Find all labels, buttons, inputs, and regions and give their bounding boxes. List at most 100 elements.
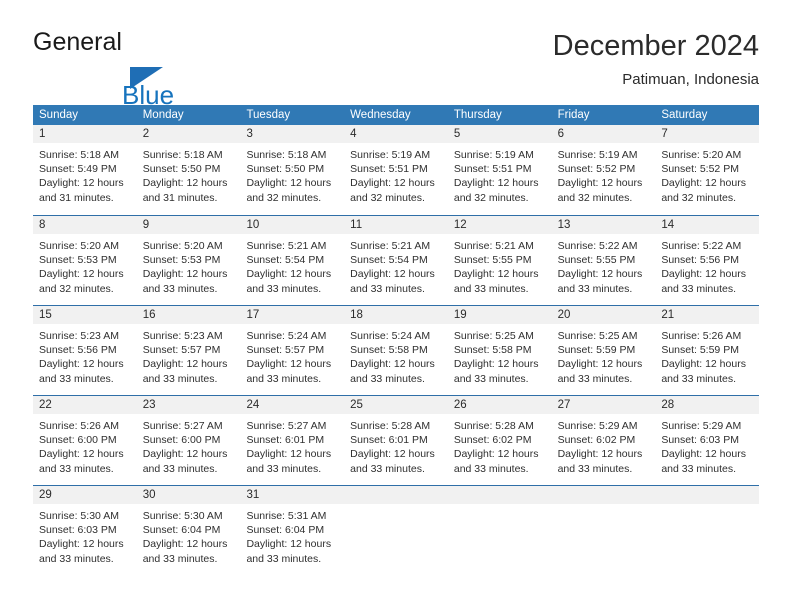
sunset-text: Sunset: 6:02 PM [557, 434, 636, 447]
weekday-header-monday: Monday [142, 109, 184, 121]
day-cell[interactable]: 27 Sunrise: 5:29 AM Sunset: 6:02 PM Dayl… [551, 396, 656, 485]
day-number: 11 [344, 216, 448, 234]
day-number: 26 [447, 396, 552, 414]
day-cell[interactable]: 8 Sunrise: 5:20 AM Sunset: 5:53 PM Dayli… [33, 216, 137, 305]
day-cell[interactable]: 2 Sunrise: 5:18 AM Sunset: 5:50 PM Dayli… [136, 125, 241, 215]
daylight-line1: Daylight: 12 hours [557, 358, 643, 371]
calendar-page: General Blue December 2024 Patimuan, Ind… [0, 0, 792, 612]
weekday-header-row: Sunday Monday Tuesday Wednesday Thursday… [33, 105, 759, 125]
sunrise-text: Sunrise: 5:29 AM [661, 420, 742, 432]
sunset-text: Sunset: 5:51 PM [350, 163, 428, 176]
day-cell[interactable]: 7 Sunrise: 5:20 AM Sunset: 5:52 PM Dayli… [655, 125, 760, 215]
sunrise-text: Sunrise: 5:31 AM [246, 510, 327, 522]
day-cell[interactable]: 28 Sunrise: 5:29 AM Sunset: 6:03 PM Dayl… [655, 396, 760, 485]
day-details: Sunrise: 5:20 AM Sunset: 5:52 PM Dayligh… [655, 143, 759, 205]
daylight-line2: and 33 minutes. [557, 282, 633, 295]
sunrise-text: Sunrise: 5:30 AM [142, 510, 223, 522]
day-cell[interactable]: 4 Sunrise: 5:19 AM Sunset: 5:51 PM Dayli… [344, 125, 448, 215]
day-number: 6 [551, 125, 656, 143]
day-cell[interactable]: 31 Sunrise: 5:31 AM Sunset: 6:04 PM Dayl… [240, 486, 345, 575]
sunset-text: Sunset: 6:04 PM [246, 524, 325, 537]
day-cell[interactable]: 11 Sunrise: 5:21 AM Sunset: 5:54 PM Dayl… [344, 216, 448, 305]
day-cell[interactable]: 26 Sunrise: 5:28 AM Sunset: 6:02 PM Dayl… [447, 396, 552, 485]
sunset-text: Sunset: 6:01 PM [246, 434, 325, 447]
day-cell[interactable]: 3 Sunrise: 5:18 AM Sunset: 5:50 PM Dayli… [240, 125, 345, 215]
day-cell[interactable]: 15 Sunrise: 5:23 AM Sunset: 5:56 PM Dayl… [33, 306, 137, 395]
week-row: 22 Sunrise: 5:26 AM Sunset: 6:00 PM Dayl… [33, 395, 760, 485]
day-number: 15 [33, 306, 137, 324]
day-cell[interactable]: 20 Sunrise: 5:25 AM Sunset: 5:59 PM Dayl… [551, 306, 656, 395]
day-details: Sunrise: 5:24 AM Sunset: 5:57 PM Dayligh… [240, 324, 344, 386]
day-cell[interactable]: 29 Sunrise: 5:30 AM Sunset: 6:03 PM Dayl… [33, 486, 137, 575]
page-subtitle: Patimuan, Indonesia [622, 71, 759, 88]
day-cell[interactable]: 9 Sunrise: 5:20 AM Sunset: 5:53 PM Dayli… [136, 216, 241, 305]
day-details: Sunrise: 5:20 AM Sunset: 5:53 PM Dayligh… [33, 234, 137, 296]
week-row: 8 Sunrise: 5:20 AM Sunset: 5:53 PM Dayli… [33, 215, 760, 305]
day-number: 20 [551, 306, 656, 324]
day-cell[interactable]: 18 Sunrise: 5:24 AM Sunset: 5:58 PM Dayl… [344, 306, 448, 395]
day-cell[interactable]: 22 Sunrise: 5:26 AM Sunset: 6:00 PM Dayl… [33, 396, 137, 485]
sunrise-text: Sunrise: 5:20 AM [142, 240, 223, 252]
sunset-text: Sunset: 5:54 PM [350, 254, 428, 267]
sunrise-text: Sunrise: 5:18 AM [39, 149, 119, 161]
daylight-line1: Daylight: 12 hours [39, 268, 124, 281]
day-details: Sunrise: 5:18 AM Sunset: 5:49 PM Dayligh… [33, 143, 137, 205]
daylight-line2: and 33 minutes. [661, 372, 737, 385]
day-cell[interactable]: 30 Sunrise: 5:30 AM Sunset: 6:04 PM Dayl… [136, 486, 241, 575]
day-cell[interactable]: 10 Sunrise: 5:21 AM Sunset: 5:54 PM Dayl… [240, 216, 345, 305]
sunset-text: Sunset: 6:03 PM [661, 434, 739, 447]
day-details: Sunrise: 5:19 AM Sunset: 5:51 PM Dayligh… [448, 143, 552, 205]
logo-text-general: General [33, 28, 122, 56]
day-cell[interactable]: 16 Sunrise: 5:23 AM Sunset: 5:57 PM Dayl… [136, 306, 241, 395]
weekday-header-wednesday: Wednesday [350, 109, 411, 121]
day-number [551, 486, 656, 504]
day-cell[interactable]: 12 Sunrise: 5:21 AM Sunset: 5:55 PM Dayl… [447, 216, 552, 305]
day-cell[interactable]: 19 Sunrise: 5:25 AM Sunset: 5:58 PM Dayl… [447, 306, 552, 395]
sunrise-text: Sunrise: 5:30 AM [39, 510, 119, 522]
day-details: Sunrise: 5:25 AM Sunset: 5:59 PM Dayligh… [552, 324, 656, 386]
daylight-line1: Daylight: 12 hours [350, 448, 435, 461]
day-cell[interactable]: 25 Sunrise: 5:28 AM Sunset: 6:01 PM Dayl… [344, 396, 448, 485]
daylight-line1: Daylight: 12 hours [661, 358, 746, 371]
day-details [552, 504, 656, 509]
sunset-text: Sunset: 5:56 PM [39, 344, 117, 357]
day-details [344, 504, 448, 509]
title-block: December 2024 Patimuan, Indonesia [553, 28, 759, 89]
daylight-line1: Daylight: 12 hours [246, 177, 332, 190]
day-cell[interactable]: 5 Sunrise: 5:19 AM Sunset: 5:51 PM Dayli… [447, 125, 552, 215]
day-cell[interactable]: 14 Sunrise: 5:22 AM Sunset: 5:56 PM Dayl… [655, 216, 760, 305]
sunrise-text: Sunrise: 5:21 AM [453, 240, 534, 252]
day-cell[interactable]: 6 Sunrise: 5:19 AM Sunset: 5:52 PM Dayli… [551, 125, 656, 215]
sunrise-text: Sunrise: 5:29 AM [557, 420, 638, 432]
daylight-line2: and 32 minutes. [557, 191, 633, 204]
day-cell[interactable]: 21 Sunrise: 5:26 AM Sunset: 5:59 PM Dayl… [655, 306, 760, 395]
day-number: 12 [447, 216, 552, 234]
day-number: 19 [447, 306, 552, 324]
sunrise-text: Sunrise: 5:19 AM [557, 149, 638, 161]
day-cell-empty [447, 486, 552, 575]
daylight-line2: and 33 minutes. [350, 372, 425, 385]
sunset-text: Sunset: 5:59 PM [661, 344, 739, 357]
day-cell-empty [551, 486, 656, 575]
daylight-line2: and 32 minutes. [661, 191, 737, 204]
daylight-line1: Daylight: 12 hours [350, 358, 435, 371]
sunset-text: Sunset: 6:02 PM [453, 434, 532, 447]
sunrise-text: Sunrise: 5:22 AM [557, 240, 638, 252]
day-cell[interactable]: 13 Sunrise: 5:22 AM Sunset: 5:55 PM Dayl… [551, 216, 656, 305]
daylight-line1: Daylight: 12 hours [39, 538, 124, 551]
day-cell[interactable]: 1 Sunrise: 5:18 AM Sunset: 5:49 PM Dayli… [33, 125, 137, 215]
general-blue-logo[interactable]: General Blue [33, 28, 253, 109]
day-details: Sunrise: 5:30 AM Sunset: 6:03 PM Dayligh… [33, 504, 137, 566]
day-details: Sunrise: 5:20 AM Sunset: 5:53 PM Dayligh… [137, 234, 241, 296]
sunrise-text: Sunrise: 5:28 AM [350, 420, 431, 432]
day-cell[interactable]: 17 Sunrise: 5:24 AM Sunset: 5:57 PM Dayl… [240, 306, 345, 395]
day-cell[interactable]: 23 Sunrise: 5:27 AM Sunset: 6:00 PM Dayl… [136, 396, 241, 485]
day-cell[interactable]: 24 Sunrise: 5:27 AM Sunset: 6:01 PM Dayl… [240, 396, 345, 485]
sunrise-text: Sunrise: 5:27 AM [142, 420, 223, 432]
daylight-line2: and 33 minutes. [142, 372, 218, 385]
daylight-line1: Daylight: 12 hours [39, 177, 124, 190]
day-number: 4 [344, 125, 448, 143]
sunset-text: Sunset: 5:53 PM [142, 254, 221, 267]
sunset-text: Sunset: 5:56 PM [661, 254, 739, 267]
day-details: Sunrise: 5:18 AM Sunset: 5:50 PM Dayligh… [137, 143, 241, 205]
